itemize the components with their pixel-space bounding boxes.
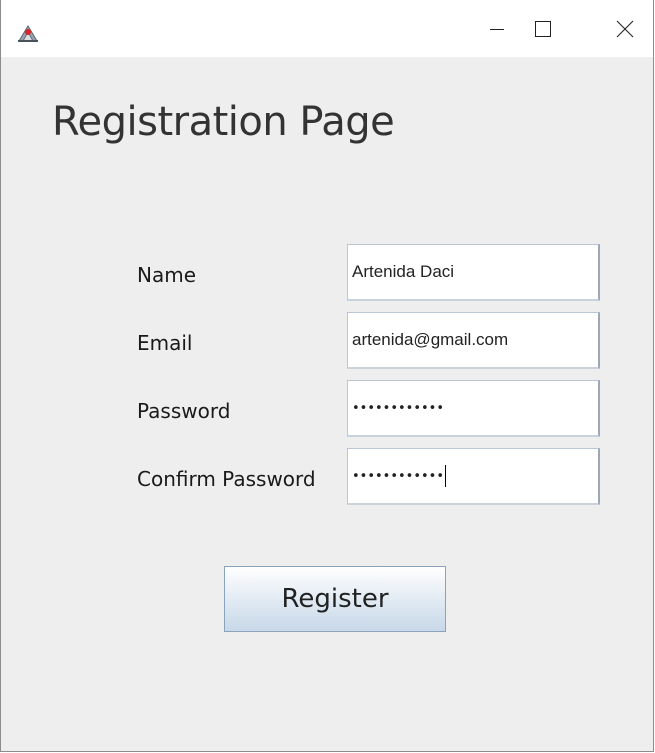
confirm-password-label: Confirm Password — [137, 467, 316, 491]
registration-window: Registration Page Name Artenida Daci Ema… — [0, 0, 654, 752]
title-bar[interactable] — [1, 0, 653, 57]
maximize-icon — [535, 20, 551, 37]
email-label: Email — [137, 331, 193, 355]
minimize-icon — [490, 28, 504, 30]
page-title: Registration Page — [52, 99, 395, 145]
form-panel: Registration Page Name Artenida Daci Ema… — [1, 57, 653, 752]
password-mask: •••••••••••• — [352, 400, 445, 416]
close-icon — [616, 20, 634, 37]
confirm-password-input[interactable]: •••••••••••• — [347, 448, 600, 505]
java-app-icon[interactable] — [17, 23, 39, 43]
text-caret — [445, 465, 447, 487]
register-button[interactable]: Register — [224, 566, 446, 632]
email-value: artenida@gmail.com — [352, 330, 509, 349]
name-label: Name — [137, 263, 197, 287]
maximize-button[interactable] — [520, 0, 566, 57]
name-value: Artenida Daci — [352, 262, 455, 281]
minimize-button[interactable] — [474, 0, 520, 57]
close-button[interactable] — [602, 0, 648, 57]
email-input[interactable]: artenida@gmail.com — [347, 312, 600, 369]
password-label: Password — [137, 399, 231, 423]
password-input[interactable]: •••••••••••• — [347, 380, 600, 437]
confirm-password-mask: •••••••••••• — [352, 468, 445, 484]
name-input[interactable]: Artenida Daci — [347, 244, 600, 301]
